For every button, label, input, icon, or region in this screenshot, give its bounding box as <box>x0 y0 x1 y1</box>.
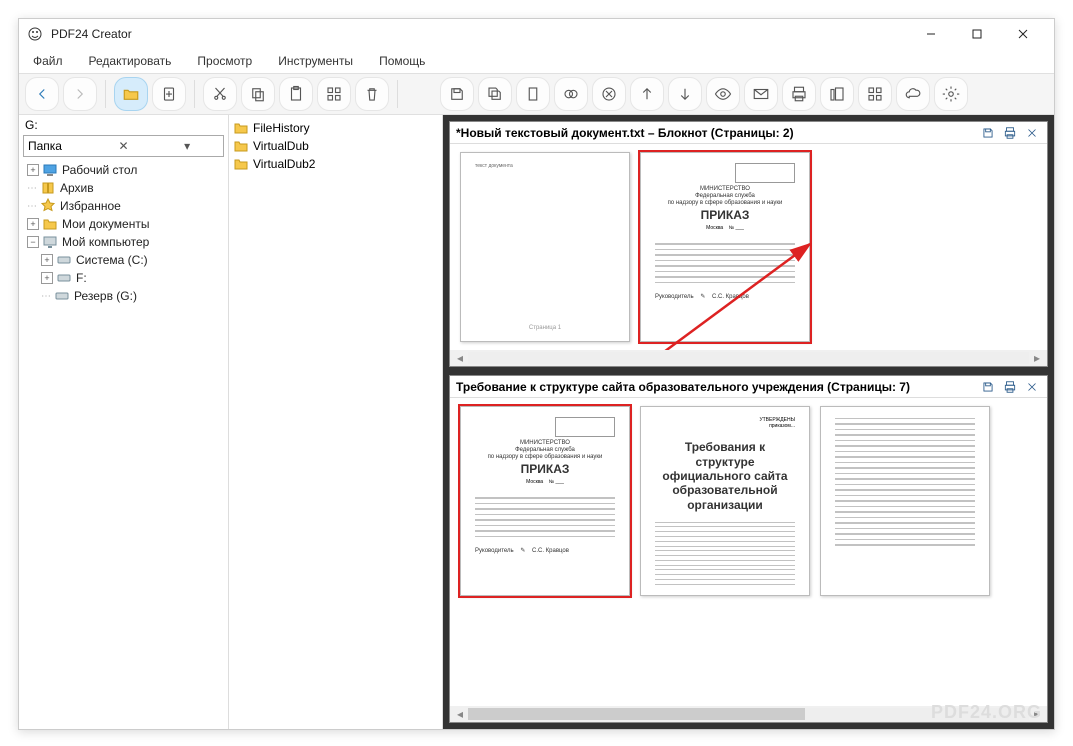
folder-combo[interactable]: Папка ✕ ▾ <box>23 135 224 157</box>
grid2-button[interactable] <box>858 77 892 111</box>
app-window: PDF24 Creator Файл Редактировать Просмот… <box>18 18 1055 730</box>
tree-drive-c[interactable]: + Система (C:) <box>23 251 228 269</box>
document-title: Требование к структуре сайта образовател… <box>456 380 979 394</box>
minimize-button[interactable] <box>908 19 954 49</box>
expand-icon[interactable]: + <box>27 164 39 176</box>
doc-close-button[interactable] <box>1023 378 1041 396</box>
tree-drive-g[interactable]: ⋯ Резерв (G:) <box>23 287 228 305</box>
drive-label: G: <box>19 115 228 135</box>
page-thumb[interactable]: текст документа Страница 1 <box>460 152 630 342</box>
doc-close-button[interactable] <box>1023 124 1041 142</box>
drive-icon <box>54 288 70 304</box>
settings-button[interactable] <box>934 77 968 111</box>
fax-button[interactable] <box>820 77 854 111</box>
folder-icon <box>233 156 249 172</box>
drive-icon <box>56 252 72 268</box>
doc-save-button[interactable] <box>979 378 997 396</box>
document-title: *Новый текстовый документ.txt – Блокнот … <box>456 126 979 140</box>
tree-mydocs[interactable]: + Мои документы <box>23 215 228 233</box>
expand-icon[interactable]: + <box>41 254 53 266</box>
combo-clear-icon[interactable]: ✕ <box>92 139 156 153</box>
window-title: PDF24 Creator <box>51 27 908 41</box>
save-button[interactable] <box>440 77 474 111</box>
folder-icon <box>233 120 249 136</box>
doc-print-button[interactable] <box>1001 124 1019 142</box>
print-button[interactable] <box>782 77 816 111</box>
page-thumb[interactable] <box>820 406 990 596</box>
doc-print-button[interactable] <box>1001 378 1019 396</box>
page-thumb-selected[interactable]: МИНИСТЕРСТВОФедеральная службапо надзору… <box>460 406 630 596</box>
nav-back-button[interactable] <box>25 77 59 111</box>
document-group-2: Требование к структуре сайта образовател… <box>449 375 1048 723</box>
computer-icon <box>42 234 58 250</box>
menubar: Файл Редактировать Просмотр Инструменты … <box>19 49 1054 73</box>
move-down-button[interactable] <box>668 77 702 111</box>
file-item[interactable]: VirtualDub2 <box>233 155 438 173</box>
scroll-left-icon[interactable]: ◂ <box>452 351 468 365</box>
horizontal-scrollbar[interactable]: ◂ ▸ <box>450 350 1047 366</box>
preview-button[interactable] <box>706 77 740 111</box>
folder-combo-label: Папка <box>28 139 92 153</box>
maximize-button[interactable] <box>954 19 1000 49</box>
paste-button[interactable] <box>279 77 313 111</box>
desktop-icon <box>42 162 58 178</box>
expand-icon[interactable]: + <box>41 272 53 284</box>
menu-edit[interactable]: Редактировать <box>85 52 176 70</box>
document-group-1: *Новый текстовый документ.txt – Блокнот … <box>449 121 1048 367</box>
move-up-button[interactable] <box>630 77 664 111</box>
collapse-icon[interactable]: − <box>27 236 39 248</box>
menu-tools[interactable]: Инструменты <box>274 52 357 70</box>
page-thumb[interactable]: УТВЕРЖДЕНЫприказом... Требования к струк… <box>640 406 810 596</box>
nav-forward-button[interactable] <box>63 77 97 111</box>
file-item[interactable]: VirtualDub <box>233 137 438 155</box>
folder-tree: + Рабочий стол ⋯ Архив ⋯ Избранное + <box>19 157 228 729</box>
cut-button[interactable] <box>203 77 237 111</box>
menu-file[interactable]: Файл <box>29 52 67 70</box>
tree-desktop[interactable]: + Рабочий стол <box>23 161 228 179</box>
file-item[interactable]: FileHistory <box>233 119 438 137</box>
doc-save-button[interactable] <box>979 124 997 142</box>
merge-button[interactable] <box>554 77 588 111</box>
page-button[interactable] <box>516 77 550 111</box>
delete-button[interactable] <box>355 77 389 111</box>
folder-icon <box>233 138 249 154</box>
page-thumb-selected[interactable]: МИНИСТЕРСТВОФедеральная службапо надзору… <box>640 152 810 342</box>
preview-panel: *Новый текстовый документ.txt – Блокнот … <box>443 115 1054 729</box>
scroll-right-icon[interactable]: ▸ <box>1029 351 1045 365</box>
cloud-button[interactable] <box>896 77 930 111</box>
close-button[interactable] <box>1000 19 1046 49</box>
grid-button[interactable] <box>317 77 351 111</box>
tree-mycomp[interactable]: − Мой компьютер <box>23 233 228 251</box>
copy-button[interactable] <box>241 77 275 111</box>
watermark: PDF24.ORG <box>931 702 1042 723</box>
email-button[interactable] <box>744 77 778 111</box>
file-list-panel: FileHistory VirtualDub VirtualDub2 <box>229 115 443 729</box>
drive-icon <box>56 270 72 286</box>
open-folder-button[interactable] <box>114 77 148 111</box>
toolbar <box>19 73 1054 115</box>
titlebar: PDF24 Creator <box>19 19 1054 49</box>
pages-row: МИНИСТЕРСТВОФедеральная службапо надзору… <box>450 398 1047 706</box>
folder-icon <box>42 216 58 232</box>
star-icon <box>40 198 56 214</box>
app-icon <box>27 26 43 42</box>
menu-view[interactable]: Просмотр <box>193 52 256 70</box>
save-all-button[interactable] <box>478 77 512 111</box>
folder-tree-panel: G: Папка ✕ ▾ + Рабочий стол ⋯ Архив ⋯ <box>19 115 229 729</box>
pages-row: текст документа Страница 1 МИНИСТЕРСТВОФ… <box>450 144 1047 350</box>
new-doc-button[interactable] <box>152 77 186 111</box>
tree-drive-f[interactable]: + F: <box>23 269 228 287</box>
menu-help[interactable]: Помощь <box>375 52 429 70</box>
tree-archive[interactable]: ⋯ Архив <box>23 179 228 197</box>
tree-favorites[interactable]: ⋯ Избранное <box>23 197 228 215</box>
expand-icon[interactable]: + <box>27 218 39 230</box>
combo-dropdown-icon[interactable]: ▾ <box>155 139 219 153</box>
remove-page-button[interactable] <box>592 77 626 111</box>
scroll-left-icon[interactable]: ◂ <box>452 707 468 721</box>
archive-icon <box>40 180 56 196</box>
